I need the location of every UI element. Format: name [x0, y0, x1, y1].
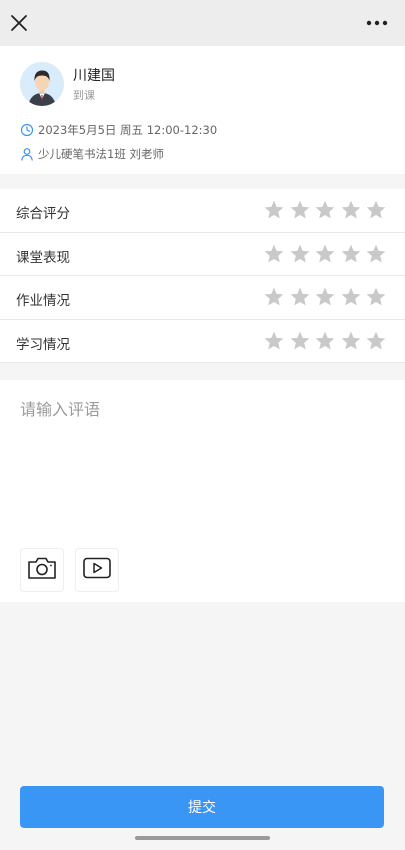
add-photo-button[interactable] [20, 548, 64, 592]
star-icon[interactable] [289, 199, 311, 221]
student-name: 川建国 [73, 68, 115, 84]
star-icon[interactable] [365, 199, 387, 221]
class-teacher-row: 少儿硬笔书法1班 刘老师 [20, 145, 164, 163]
rating-label: 综合评分 [16, 206, 70, 222]
class-and-teacher: 少儿硬笔书法1班 刘老师 [38, 147, 164, 161]
star-icon[interactable] [263, 199, 285, 221]
lesson-datetime: 2023年5月5日 周五 12:00-12:30 [38, 123, 218, 137]
add-video-button[interactable] [75, 548, 119, 592]
rating-row-homework: 作业情况 [0, 276, 405, 320]
rating-label: 课堂表现 [16, 249, 70, 266]
star-icon[interactable] [263, 286, 285, 308]
star-icon[interactable] [314, 286, 336, 308]
star-icon[interactable] [289, 330, 311, 352]
star-icon[interactable] [263, 243, 285, 265]
comment-section [0, 380, 405, 602]
star-rating [260, 286, 388, 308]
user-icon [20, 147, 34, 161]
star-icon[interactable] [314, 243, 336, 265]
video-play-icon [82, 556, 112, 584]
clock-icon [20, 123, 34, 137]
close-icon[interactable] [9, 13, 29, 33]
star-icon[interactable] [365, 243, 387, 265]
star-icon[interactable] [340, 243, 362, 265]
lesson-time-row: 2023年5月5日 周五 12:00-12:30 [20, 121, 217, 139]
rating-label: 学习情况 [16, 336, 70, 353]
avatar [20, 62, 64, 106]
rating-list: 综合评分 课堂表现 作业情况 学习情况 [0, 189, 405, 363]
star-icon[interactable] [365, 330, 387, 352]
star-rating [260, 330, 388, 352]
rating-label: 作业情况 [16, 293, 70, 309]
attendance-status: 到课 [73, 89, 95, 102]
more-options-icon[interactable] [366, 15, 388, 31]
rating-row-class-performance: 课堂表现 [0, 233, 405, 276]
home-indicator [135, 836, 270, 840]
star-icon[interactable] [314, 199, 336, 221]
star-icon[interactable] [365, 286, 387, 308]
star-icon[interactable] [340, 330, 362, 352]
star-icon[interactable] [289, 243, 311, 265]
submit-button[interactable]: 提交 [20, 786, 384, 828]
rating-row-learning: 学习情况 [0, 320, 405, 363]
camera-icon [27, 556, 57, 584]
top-bar [0, 0, 405, 46]
rating-row-overall: 综合评分 [0, 189, 405, 233]
star-rating [260, 199, 388, 221]
star-icon[interactable] [340, 199, 362, 221]
star-icon[interactable] [263, 330, 285, 352]
star-icon[interactable] [314, 330, 336, 352]
student-profile-card: 川建国 到课 2023年5月5日 周五 12:00-12:30 少儿硬笔书法1班… [0, 46, 405, 174]
star-rating [260, 243, 388, 265]
comment-input[interactable] [20, 396, 385, 516]
star-icon[interactable] [289, 286, 311, 308]
star-icon[interactable] [340, 286, 362, 308]
